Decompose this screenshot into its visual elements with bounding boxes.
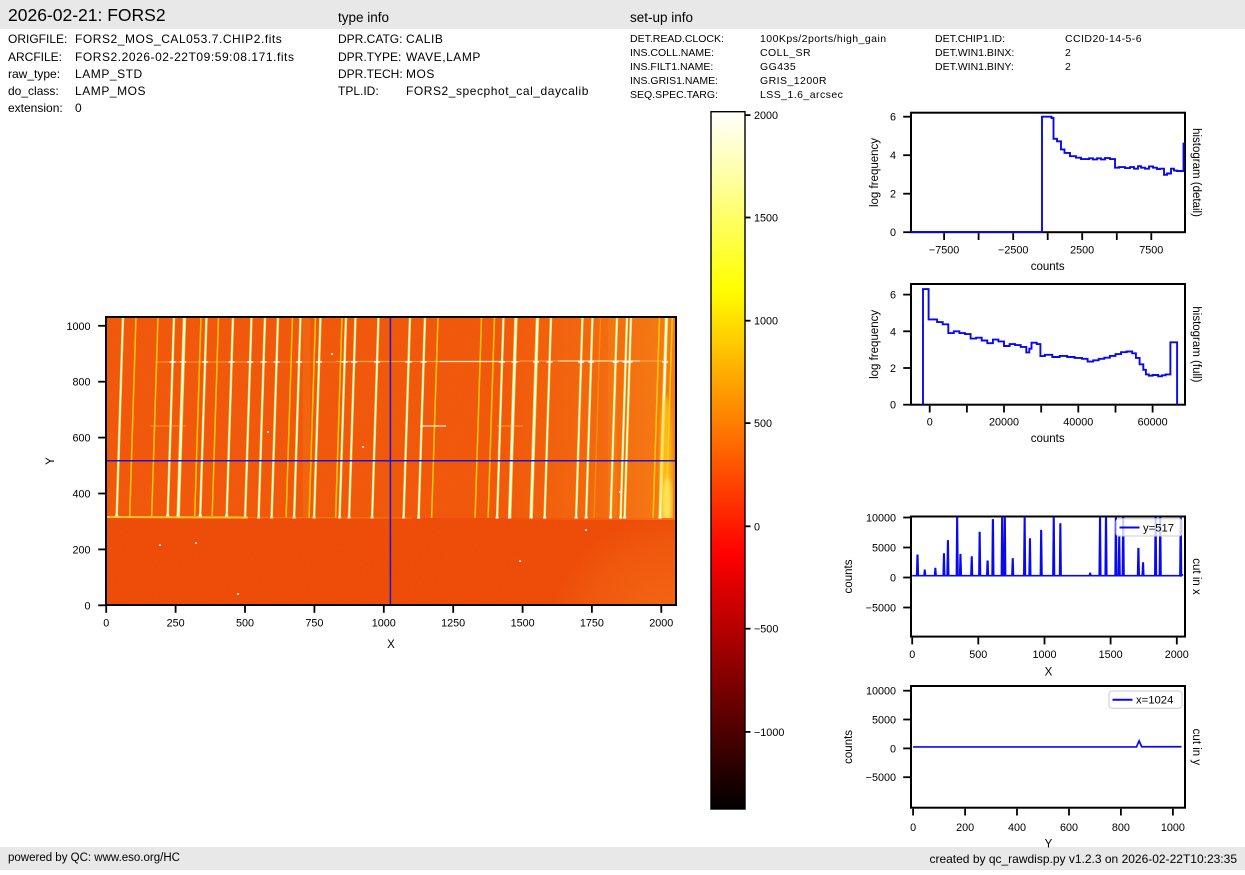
svg-text:6: 6 bbox=[890, 290, 896, 302]
svg-text:cut in x: cut in x bbox=[1190, 558, 1202, 595]
svg-text:1000: 1000 bbox=[372, 617, 396, 629]
svg-text:−5000: −5000 bbox=[866, 603, 896, 615]
svg-text:0: 0 bbox=[84, 600, 90, 612]
svg-text:1500: 1500 bbox=[1099, 649, 1123, 661]
svg-text:−2500: −2500 bbox=[998, 244, 1028, 256]
svg-text:histogram (detail): histogram (detail) bbox=[1190, 128, 1202, 217]
svg-text:Y: Y bbox=[1045, 839, 1053, 851]
svg-text:5000: 5000 bbox=[872, 715, 896, 727]
svg-text:2: 2 bbox=[890, 189, 896, 201]
svg-text:600: 600 bbox=[1060, 822, 1078, 834]
svg-text:counts: counts bbox=[843, 559, 855, 593]
svg-text:250: 250 bbox=[167, 617, 185, 629]
svg-text:1750: 1750 bbox=[580, 617, 604, 629]
svg-text:1250: 1250 bbox=[441, 617, 465, 629]
svg-text:1000: 1000 bbox=[1161, 822, 1185, 834]
svg-text:200: 200 bbox=[956, 822, 974, 834]
svg-text:−1000: −1000 bbox=[754, 727, 784, 739]
svg-text:5000: 5000 bbox=[872, 543, 896, 555]
svg-text:10000: 10000 bbox=[866, 513, 896, 525]
svg-text:X: X bbox=[1045, 667, 1053, 679]
svg-text:0: 0 bbox=[103, 617, 109, 629]
svg-text:0: 0 bbox=[890, 743, 896, 755]
svg-text:1000: 1000 bbox=[754, 316, 778, 328]
svg-text:0: 0 bbox=[927, 417, 933, 429]
svg-text:counts: counts bbox=[1031, 261, 1065, 273]
svg-text:0: 0 bbox=[910, 822, 916, 834]
svg-text:2000: 2000 bbox=[649, 617, 673, 629]
svg-text:400: 400 bbox=[72, 489, 90, 501]
svg-text:−500: −500 bbox=[754, 624, 778, 636]
svg-text:1000: 1000 bbox=[66, 321, 90, 333]
svg-text:cut in y: cut in y bbox=[1190, 729, 1202, 766]
svg-text:200: 200 bbox=[72, 544, 90, 556]
svg-text:0: 0 bbox=[890, 573, 896, 585]
svg-text:−5000: −5000 bbox=[866, 772, 896, 784]
svg-text:histogram (full): histogram (full) bbox=[1190, 306, 1202, 382]
svg-text:10000: 10000 bbox=[866, 686, 896, 698]
svg-text:x=1024: x=1024 bbox=[1136, 695, 1173, 707]
svg-text:40000: 40000 bbox=[1063, 417, 1093, 429]
svg-text:log frequency: log frequency bbox=[869, 310, 881, 379]
svg-text:500: 500 bbox=[969, 649, 987, 661]
svg-text:500: 500 bbox=[236, 617, 254, 629]
svg-text:4: 4 bbox=[890, 150, 896, 162]
svg-text:800: 800 bbox=[1112, 822, 1130, 834]
svg-text:0: 0 bbox=[909, 649, 915, 661]
svg-text:800: 800 bbox=[72, 377, 90, 389]
svg-text:−7500: −7500 bbox=[929, 244, 959, 256]
svg-text:counts: counts bbox=[843, 730, 855, 764]
svg-text:600: 600 bbox=[72, 433, 90, 445]
svg-text:4: 4 bbox=[890, 326, 896, 338]
svg-text:counts: counts bbox=[1031, 433, 1065, 445]
svg-text:1500: 1500 bbox=[754, 213, 778, 225]
svg-text:1000: 1000 bbox=[1032, 649, 1056, 661]
svg-text:Y: Y bbox=[45, 457, 57, 465]
svg-text:y=517: y=517 bbox=[1143, 523, 1174, 535]
svg-text:X: X bbox=[387, 639, 395, 651]
svg-text:2: 2 bbox=[890, 363, 896, 375]
svg-text:0: 0 bbox=[890, 227, 896, 239]
svg-text:2000: 2000 bbox=[1165, 649, 1189, 661]
svg-text:60000: 60000 bbox=[1138, 417, 1168, 429]
svg-text:20000: 20000 bbox=[989, 417, 1019, 429]
svg-text:750: 750 bbox=[305, 617, 323, 629]
svg-text:2000: 2000 bbox=[754, 110, 778, 122]
svg-text:0: 0 bbox=[754, 521, 760, 533]
svg-text:log frequency: log frequency bbox=[869, 138, 881, 207]
svg-text:2500: 2500 bbox=[1070, 244, 1094, 256]
svg-text:400: 400 bbox=[1008, 822, 1026, 834]
svg-text:1500: 1500 bbox=[511, 617, 535, 629]
svg-text:7500: 7500 bbox=[1139, 244, 1163, 256]
svg-text:500: 500 bbox=[754, 418, 772, 430]
svg-text:6: 6 bbox=[890, 112, 896, 124]
svg-text:0: 0 bbox=[890, 400, 896, 412]
